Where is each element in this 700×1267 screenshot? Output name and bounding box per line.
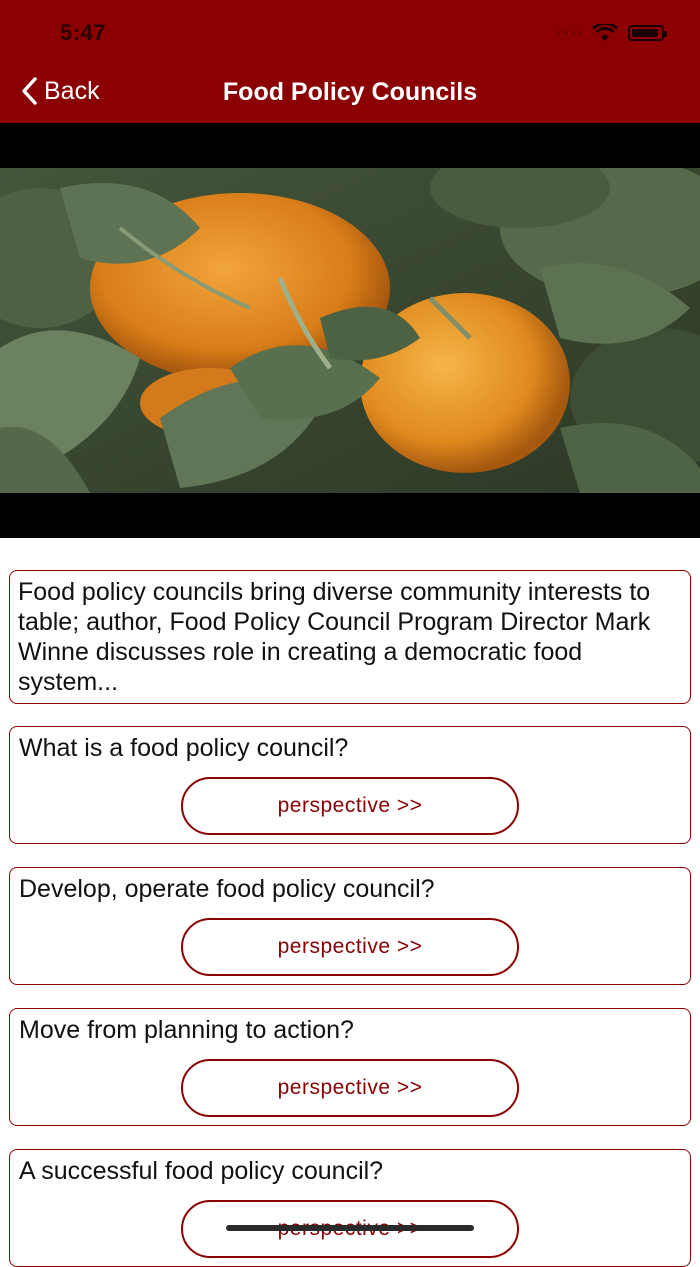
app-header: 5:47 Back Food Policy Councils: [0, 0, 700, 123]
status-bar: 5:47: [0, 0, 700, 60]
perspective-button[interactable]: perspective >>: [181, 918, 519, 976]
page-title: Food Policy Councils: [222, 78, 478, 106]
home-indicator[interactable]: [226, 1225, 474, 1231]
nav-bar: Back Food Policy Councils: [0, 64, 700, 120]
status-time: 5:47: [60, 20, 107, 45]
status-icons: [557, 24, 667, 42]
question-card: Move from planning to action? perspectiv…: [9, 1008, 691, 1126]
signal-icon: [557, 31, 582, 35]
question-card: Develop, operate food policy council? pe…: [9, 867, 691, 985]
pumpkin-patch-image: [0, 168, 700, 493]
video-thumbnail[interactable]: [0, 168, 700, 493]
wifi-icon: [592, 24, 618, 41]
perspective-button[interactable]: perspective >>: [181, 1059, 519, 1117]
question-card: A successful food policy council? perspe…: [9, 1149, 691, 1267]
intro-card: Food policy councils bring diverse commu…: [9, 570, 691, 704]
question-text: What is a food policy council?: [19, 734, 349, 762]
battery-icon: [628, 25, 667, 41]
video-player[interactable]: [0, 123, 700, 538]
perspective-button[interactable]: perspective >>: [181, 777, 519, 835]
intro-text: Food policy councils bring diverse commu…: [18, 578, 651, 696]
question-text: A successful food policy council?: [19, 1157, 384, 1185]
question-card: What is a food policy council? perspecti…: [9, 726, 691, 844]
question-text: Develop, operate food policy council?: [19, 875, 435, 903]
question-text: Move from planning to action?: [19, 1016, 354, 1044]
